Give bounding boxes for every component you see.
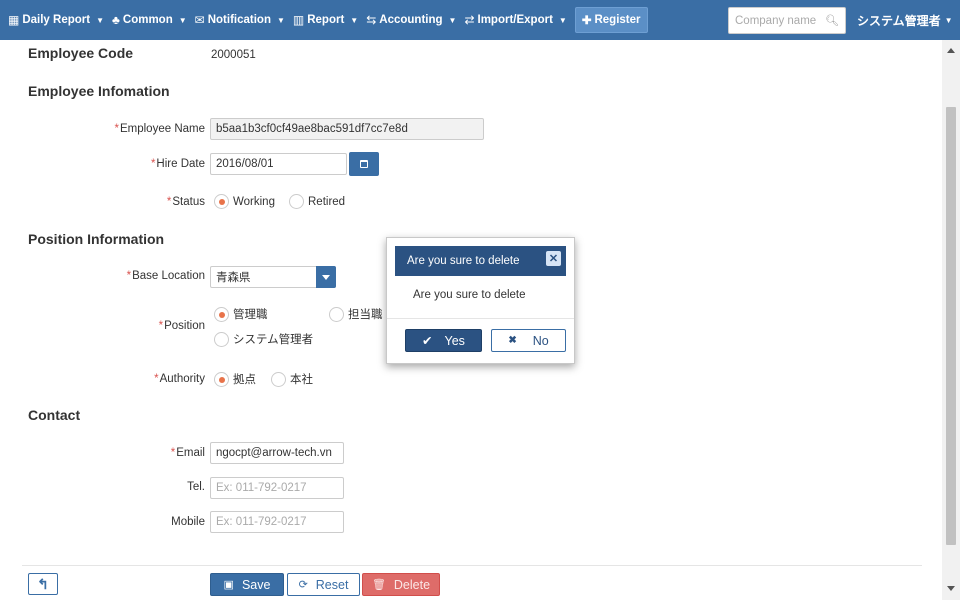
vertical-scrollbar[interactable] [942, 40, 960, 600]
radio-unchecked-icon [289, 194, 304, 209]
caret-down-icon: ▼ [178, 15, 187, 25]
radio-unchecked-icon [214, 331, 229, 347]
employee-code-label: Employee Code [28, 45, 134, 61]
employee-code-value: 2000051 [211, 49, 256, 61]
nav-notification-label: Notification [207, 14, 271, 26]
yes-button[interactable]: ✔ Yes [405, 329, 482, 352]
caret-down-icon: ▼ [96, 15, 105, 25]
position-radio-manager[interactable]: 管理職 [214, 306, 268, 322]
email-field[interactable] [210, 442, 344, 464]
exchange-icon: ⇆ [366, 13, 377, 27]
employee-info-title: Employee Infomation [28, 83, 170, 99]
scrollbar-thumb[interactable] [946, 107, 956, 545]
dialog-header: Are you sure to delete ✕ [395, 246, 566, 276]
radio-checked-icon [214, 194, 229, 209]
dialog-title: Are you sure to delete [407, 255, 520, 267]
arrows-icon: ⇄ [464, 13, 475, 27]
envelope-icon: ✉ [194, 13, 205, 27]
authority-radio-branch[interactable]: 拠点 [214, 371, 256, 387]
dropdown-arrow-icon [316, 266, 336, 288]
base-location-select[interactable]: 青森県 [210, 266, 336, 288]
tel-label: Tel. [187, 481, 205, 493]
calendar-icon: ▦ [8, 13, 20, 27]
floppy-disk-icon: ▣ [223, 579, 234, 591]
nav-notification[interactable]: ✉ Notification ▼ [191, 0, 289, 40]
nav-accounting-label: Accounting [379, 14, 443, 26]
caret-down-icon: ▼ [448, 15, 457, 25]
plus-icon: ✚ [581, 15, 592, 27]
radio-checked-icon [214, 306, 229, 322]
nav-report-label: Report [307, 14, 345, 26]
company-search: 🔍︎ [728, 7, 846, 34]
nav-common-label: Common [122, 14, 173, 26]
scroll-up-arrow-icon[interactable] [947, 48, 955, 53]
users-icon: ♣ [112, 13, 120, 27]
user-name: システム管理者 [857, 13, 941, 28]
reply-arrow-icon: ↰ [37, 575, 49, 592]
dialog-message: Are you sure to delete [413, 289, 526, 301]
reset-button[interactable]: ⟳ Reset [287, 573, 360, 596]
status-label: *Status [166, 196, 205, 208]
x-icon: ✖ [508, 335, 517, 346]
register-label: Register [594, 14, 641, 26]
caret-down-icon: ▼ [944, 15, 953, 25]
dialog-divider [387, 318, 574, 319]
position-label: *Position [158, 320, 205, 332]
caret-down-icon: ▼ [350, 15, 359, 25]
employee-name-label: *Employee Name [114, 123, 206, 135]
email-label: *Email [170, 447, 205, 459]
save-button[interactable]: ▣ Save [210, 573, 284, 596]
status-radio-retired[interactable]: Retired [289, 194, 345, 209]
hire-date-field[interactable] [210, 153, 347, 175]
nav-daily-report[interactable]: ▦ Daily Report ▼ [0, 0, 108, 40]
mobile-label: Mobile [171, 516, 205, 528]
employee-name-field[interactable] [210, 118, 484, 140]
position-radio-sysadmin[interactable]: システム管理者 [214, 331, 313, 347]
caret-down-icon: ▼ [276, 15, 285, 25]
contact-title: Contact [28, 407, 81, 423]
user-menu[interactable]: システム管理者 ▼ [857, 0, 953, 40]
authority-radio-headquarters[interactable]: 本社 [271, 371, 313, 387]
company-search-input[interactable] [735, 14, 823, 27]
caret-down-icon: ▼ [558, 15, 567, 25]
nav-report[interactable]: ▥ Report ▼ [289, 0, 362, 40]
calendar-icon [360, 160, 368, 168]
back-button[interactable]: ↰ [28, 573, 58, 595]
calendar-button[interactable] [349, 152, 379, 176]
register-button[interactable]: ✚ Register [574, 7, 648, 33]
nav-daily-report-label: Daily Report [22, 14, 91, 26]
position-radio-staff[interactable]: 担当職 [329, 306, 383, 322]
nav-common[interactable]: ♣ Common ▼ [108, 0, 191, 40]
no-button[interactable]: ✖ No [491, 329, 566, 352]
status-radio-working[interactable]: Working [214, 194, 275, 209]
radio-checked-icon [214, 371, 229, 387]
mobile-field[interactable] [210, 511, 344, 533]
base-location-label: *Base Location [126, 270, 205, 282]
search-icon[interactable]: 🔍︎ [825, 14, 839, 27]
authority-label: *Authority [154, 373, 205, 385]
check-icon: ✔ [422, 334, 433, 348]
delete-button[interactable]: 🗑︎ Delete [362, 573, 440, 596]
close-icon[interactable]: ✕ [546, 251, 561, 266]
footer-divider [22, 565, 922, 566]
position-info-title: Position Information [28, 231, 165, 247]
trash-icon: 🗑︎ [371, 579, 386, 591]
delete-confirm-dialog: Are you sure to delete ✕ Are you sure to… [386, 237, 575, 364]
radio-unchecked-icon [329, 306, 344, 322]
tel-field[interactable] [210, 477, 344, 499]
radio-unchecked-icon [271, 371, 286, 387]
nav-accounting[interactable]: ⇆ Accounting ▼ [362, 0, 460, 40]
bar-chart-icon: ▥ [292, 13, 305, 27]
scroll-down-arrow-icon[interactable] [947, 586, 955, 591]
refresh-icon: ⟳ [298, 579, 308, 591]
nav-import-export-label: Import/Export [477, 14, 553, 26]
hire-date-label: *Hire Date [150, 158, 205, 170]
nav-import-export[interactable]: ⇄ Import/Export ▼ [460, 0, 570, 40]
